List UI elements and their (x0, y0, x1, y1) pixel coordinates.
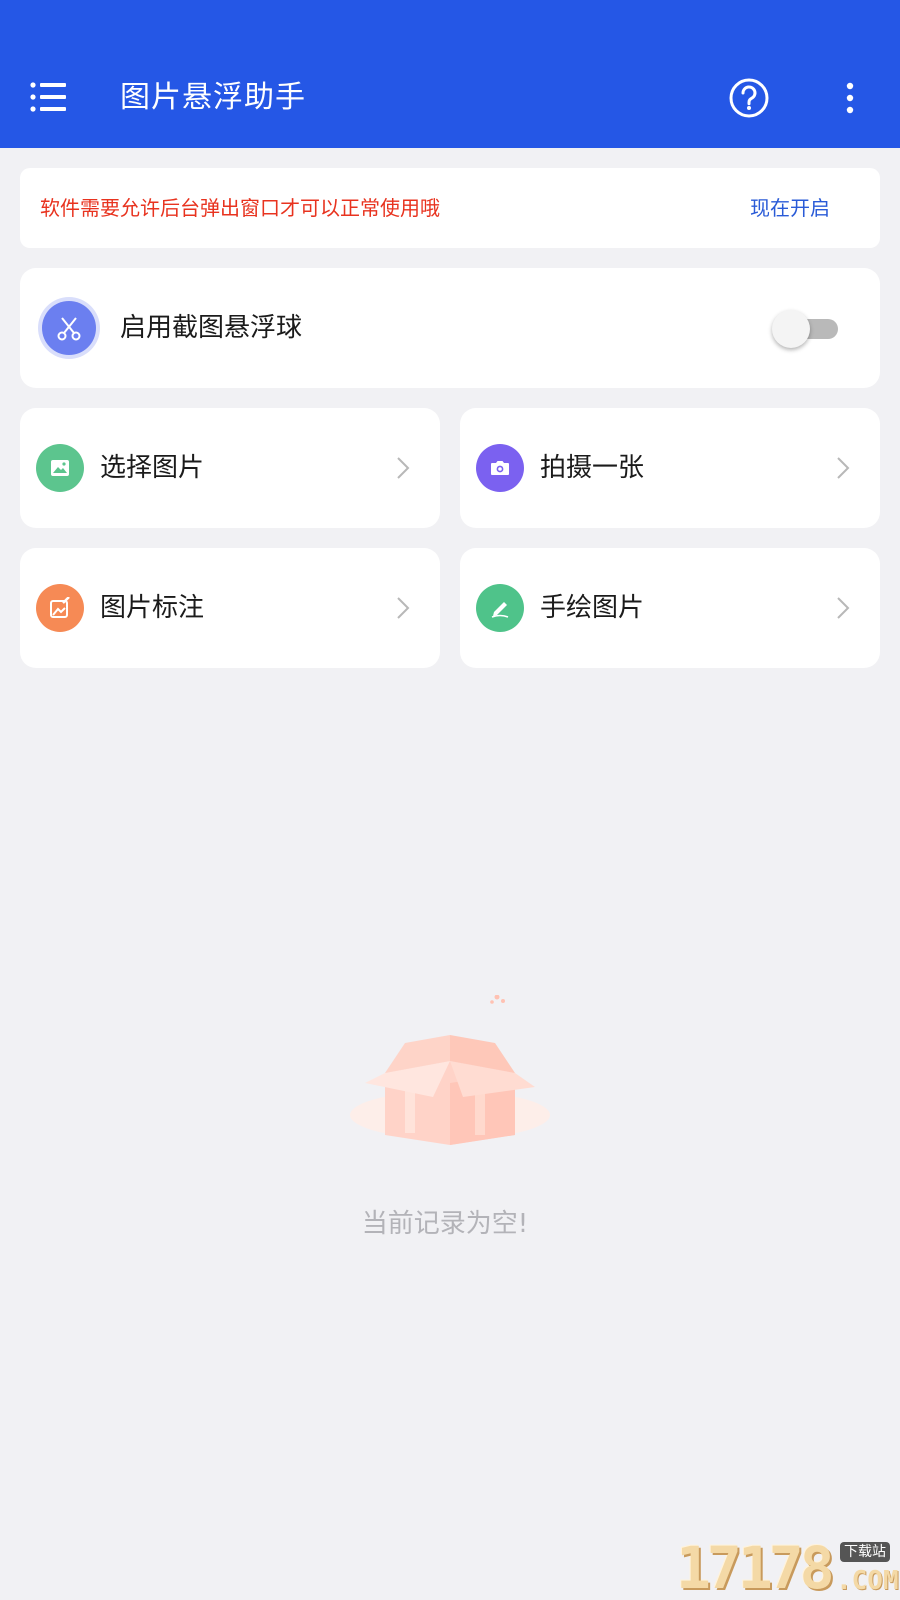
chevron-right-icon (397, 457, 410, 479)
more-vertical-icon[interactable] (835, 80, 865, 116)
chevron-right-icon (397, 597, 410, 619)
annotate-image-button[interactable]: 图片标注 (20, 548, 440, 668)
notice-message: 软件需要允许后台弹出窗口才可以正常使用哦 (40, 196, 440, 220)
annotate-image-label: 图片标注 (100, 593, 205, 623)
select-image-button[interactable]: 选择图片 (20, 408, 440, 528)
empty-state-text: 当前记录为空! (361, 1209, 529, 1239)
hand-draw-label: 手绘图片 (540, 593, 645, 623)
site-watermark: 17178 下载站 .COM (676, 1536, 900, 1600)
hand-draw-button[interactable]: 手绘图片 (460, 548, 880, 668)
enable-now-link[interactable]: 现在开启 (750, 194, 830, 222)
permission-notice: 软件需要允许后台弹出窗口才可以正常使用哦 现在开启 (20, 168, 880, 248)
watermark-digits: 17178 (676, 1534, 835, 1600)
help-circle-icon[interactable] (728, 77, 770, 119)
switch-thumb (772, 310, 810, 348)
float-ball-label: 启用截图悬浮球 (120, 313, 303, 343)
empty-box-icon (350, 995, 550, 1145)
watermark-tag: 下载站 (840, 1542, 890, 1562)
float-ball-toggle-card: 启用截图悬浮球 (20, 268, 880, 388)
select-image-label: 选择图片 (100, 453, 205, 483)
edit-image-icon (36, 584, 84, 632)
float-ball-switch[interactable] (772, 310, 844, 348)
menu-icon[interactable] (30, 80, 68, 114)
chevron-right-icon (837, 457, 850, 479)
take-photo-label: 拍摄一张 (540, 453, 645, 483)
image-icon (36, 444, 84, 492)
chevron-right-icon (837, 597, 850, 619)
scissors-icon (42, 301, 96, 355)
app-bar: 图片悬浮助手 (0, 0, 900, 148)
take-photo-button[interactable]: 拍摄一张 (460, 408, 880, 528)
watermark-domain: .COM (836, 1566, 899, 1596)
app-title: 图片悬浮助手 (120, 80, 306, 115)
camera-icon (476, 444, 524, 492)
pen-icon (476, 584, 524, 632)
